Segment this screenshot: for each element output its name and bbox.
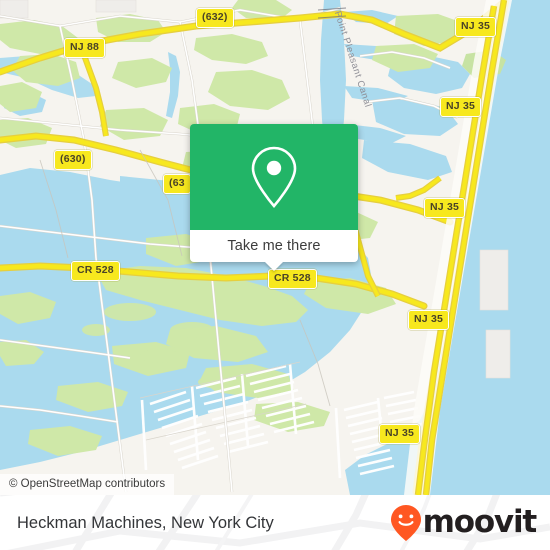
footer-bar: Heckman Machines, New York City moovit bbox=[0, 495, 550, 550]
map-canvas[interactable]: (632) NJ 88 NJ 35 NJ 35 (630) (63 NJ 35 … bbox=[0, 0, 550, 495]
location-popup-card[interactable]: Take me there bbox=[190, 124, 358, 271]
osm-attribution[interactable]: © OpenStreetMap contributors bbox=[0, 474, 175, 495]
road-shield: (630) bbox=[54, 150, 92, 170]
location-title: Heckman Machines, New York City bbox=[17, 513, 274, 532]
road-shield: NJ 35 bbox=[455, 17, 497, 37]
road-shield: (63 bbox=[163, 174, 191, 194]
road-shield: CR 528 bbox=[71, 261, 120, 281]
map-pin-icon bbox=[251, 146, 297, 208]
moovit-wordmark: moovit bbox=[422, 504, 538, 540]
road-shield: NJ 35 bbox=[424, 198, 466, 218]
road-shield: NJ 88 bbox=[64, 38, 106, 58]
moovit-pin-smiley-icon bbox=[390, 504, 421, 541]
popup-image-area bbox=[190, 124, 358, 230]
popup-pointer bbox=[265, 262, 283, 271]
moovit-brand[interactable]: moovit bbox=[390, 504, 538, 542]
road-shield: (632) bbox=[196, 8, 234, 28]
road-shield: CR 528 bbox=[268, 269, 317, 289]
popup-action-bar[interactable]: Take me there bbox=[190, 230, 358, 271]
take-me-there-label: Take me there bbox=[227, 237, 321, 254]
map-screenshot: (632) NJ 88 NJ 35 NJ 35 (630) (63 NJ 35 … bbox=[0, 0, 550, 550]
road-shield: NJ 35 bbox=[440, 97, 482, 117]
road-shield: NJ 35 bbox=[408, 310, 450, 330]
road-shield: NJ 35 bbox=[379, 424, 421, 444]
